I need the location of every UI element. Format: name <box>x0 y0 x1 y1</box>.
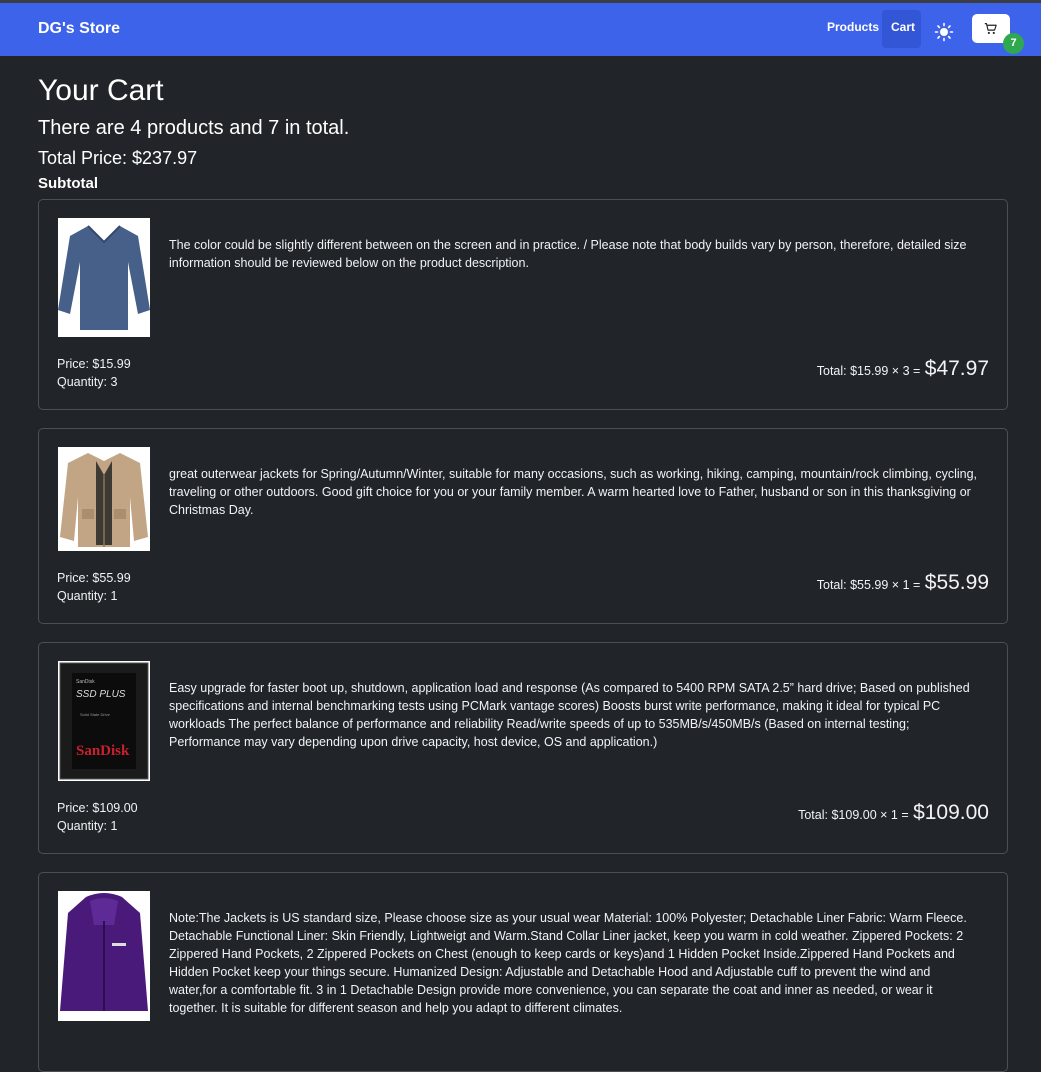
item-price: Price: $109.00 <box>57 801 138 815</box>
item-total-calc: Total: $109.00 × 1 = <box>798 808 909 822</box>
item-quantity: Quantity: 1 <box>57 819 118 833</box>
cart-count-badge: 7 <box>1003 33 1024 54</box>
svg-text:SSD PLUS: SSD PLUS <box>76 689 126 700</box>
subtotal-heading: Subtotal <box>38 175 98 192</box>
cart-item-card: SanDisk SSD PLUS Solid State Drive SanDi… <box>38 642 1008 854</box>
item-description: Easy upgrade for faster boot up, shutdow… <box>169 681 970 749</box>
cart-item-card: great outerwear jackets for Spring/Autum… <box>38 428 1008 624</box>
navbar: DG's Store Products Cart 7 <box>0 3 1041 56</box>
purple-jacket-image <box>58 891 150 1021</box>
cart-icon <box>984 23 997 35</box>
nav-link-products[interactable]: Products <box>827 20 879 34</box>
item-total: Total: $55.99 × 1 = $55.99 <box>817 571 989 595</box>
item-total-value: $109.00 <box>913 801 989 824</box>
cart-item-card: Note:The Jackets is US standard size, Pl… <box>38 872 1008 1072</box>
item-total-value: $47.97 <box>924 357 989 380</box>
item-description: great outerwear jackets for Spring/Autum… <box>169 467 978 517</box>
item-description: Note:The Jackets is US standard size, Pl… <box>169 911 967 1015</box>
page-title: Your Cart <box>38 74 164 107</box>
item-quantity: Quantity: 3 <box>57 375 118 389</box>
item-price: Price: $15.99 <box>57 357 131 371</box>
item-total-calc: Total: $15.99 × 3 = <box>816 364 921 378</box>
item-total: Total: $15.99 × 3 = $47.97 <box>817 357 989 381</box>
item-total-value: $55.99 <box>924 571 989 594</box>
cart-summary: There are 4 products and 7 in total. <box>38 117 350 139</box>
sun-icon[interactable] <box>934 22 954 42</box>
svg-text:SanDisk: SanDisk <box>76 679 95 685</box>
nav-link-cart[interactable]: Cart <box>891 20 915 34</box>
tan-jacket-image <box>58 447 150 551</box>
svg-text:Solid State Drive: Solid State Drive <box>80 712 111 717</box>
svg-text:SanDisk: SanDisk <box>76 743 130 759</box>
item-price: Price: $55.99 <box>57 571 131 585</box>
item-description: The color could be slightly different be… <box>169 238 967 270</box>
item-quantity: Quantity: 1 <box>57 589 118 603</box>
total-price: Total Price: $237.97 <box>38 148 198 168</box>
item-total: Total: $109.00 × 1 = $109.00 <box>798 801 989 825</box>
item-total-calc: Total: $55.99 × 1 = <box>816 578 921 592</box>
blue-shirt-image <box>58 218 150 337</box>
cart-item-card: The color could be slightly different be… <box>38 199 1008 410</box>
brand-link[interactable]: DG's Store <box>38 20 120 38</box>
sandisk-ssd-image: SanDisk SSD PLUS Solid State Drive SanDi… <box>58 661 150 781</box>
